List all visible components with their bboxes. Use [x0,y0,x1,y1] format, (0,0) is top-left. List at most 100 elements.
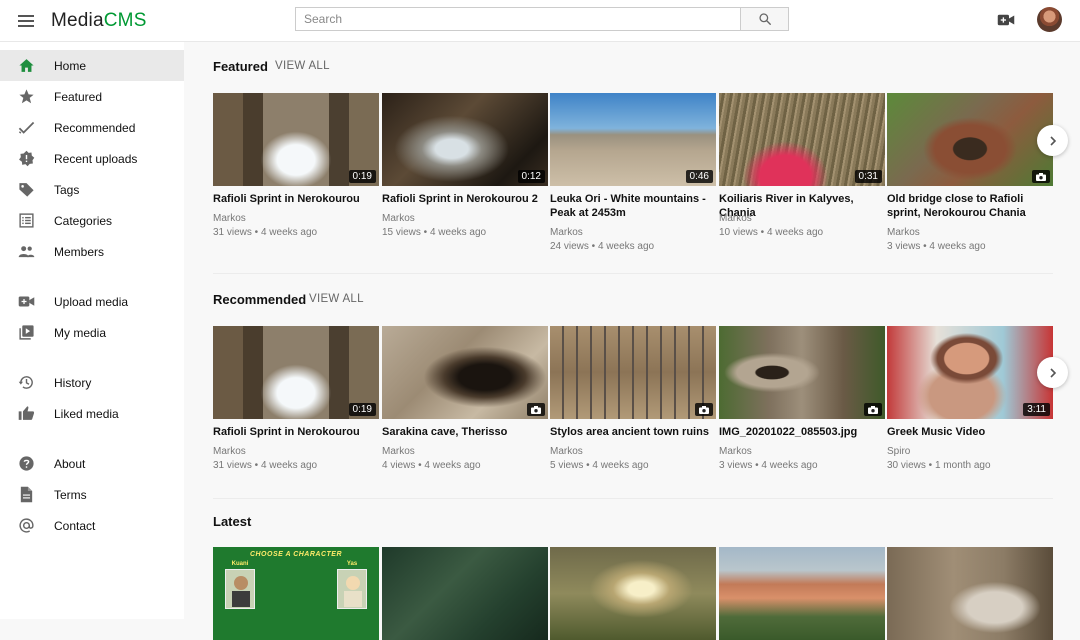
card-meta: 24 views • 4 weeks ago [550,241,655,252]
card-title[interactable]: Sarakina cave, Therisso [382,425,548,439]
camera-icon [695,403,713,416]
card-author[interactable]: Markos [213,446,246,457]
sidebar-item-my-media[interactable]: My media [0,317,184,348]
sidebar-item-label: Categories [54,213,113,228]
sidebar-item-recommended[interactable]: Recommended [0,112,184,143]
video-thumbnail[interactable]: 0:12 [382,93,548,186]
recommended-view-all-link[interactable]: VIEW ALL [309,293,364,305]
search-icon [758,13,771,25]
history-icon [18,376,33,389]
card-author[interactable]: Markos [719,446,752,457]
card-author[interactable]: Markos [887,227,920,238]
thumb-up-icon [18,406,35,420]
sidebar-item-liked-media[interactable]: Liked media [0,398,184,429]
card-title[interactable]: Leuka Ori - White mountains - Peak at 24… [550,192,716,220]
card-meta: 10 views • 4 weeks ago [719,227,824,238]
video-thumbnail[interactable]: 0:31 [719,93,885,186]
card-author[interactable]: Markos [550,227,583,238]
featured-next-button[interactable] [1037,125,1068,156]
camera-icon [864,403,882,416]
sidebar-item-label: Members [54,244,105,259]
card-meta: 15 views • 4 weeks ago [382,227,487,238]
sidebar-item-upload-media[interactable]: Upload media [0,286,184,317]
card-meta: 3 views • 4 weeks ago [887,241,986,252]
upload-video-icon[interactable] [997,12,1015,28]
sidebar-item-featured[interactable]: Featured [0,81,184,112]
card-meta: 31 views • 4 weeks ago [213,460,318,471]
star-icon [19,89,34,104]
section-divider [213,498,1053,499]
logo[interactable]: MediaCMS [51,10,147,32]
character-card-left [225,569,255,609]
sidebar-item-label: About [54,456,86,471]
sidebar-item-label: Upload media [54,294,129,309]
new-badge-icon [19,150,35,167]
card-title[interactable]: Stylos area ancient town ruins [550,425,716,439]
top-header: MediaCMS [0,0,1080,42]
menu-icon[interactable] [14,9,38,33]
camera-icon [1032,170,1050,183]
card-title[interactable]: IMG_20201022_085503.jpg [719,425,885,439]
video-thumbnail[interactable] [382,547,548,640]
card-title[interactable]: Rafioli Sprint in Nerokourou 2 [382,192,548,206]
card-title[interactable]: Rafioli Sprint in Nerokourou [213,192,379,206]
logo-media: Media [51,9,104,31]
video-thumbnail[interactable]: 0:19 [213,93,379,186]
tag-icon [19,183,34,197]
card-author[interactable]: Markos [719,213,752,224]
search-button[interactable] [740,7,789,31]
card-title[interactable]: Rafioli Sprint in Nerokourou [213,425,379,439]
chevron-right-icon [1049,367,1056,378]
duration-badge: 3:11 [1023,403,1050,416]
logo-cms: CMS [103,9,147,31]
sidebar-item-label: Home [54,58,87,73]
sidebar-item-members[interactable]: Members [0,236,184,267]
avatar[interactable] [1037,7,1062,32]
card-title[interactable]: Greek Music Video [887,425,1053,439]
video-thumbnail[interactable]: 0:19 [213,326,379,419]
card-author[interactable]: Markos [550,446,583,457]
card-author[interactable]: Spiro [887,446,910,457]
duration-badge: 0:46 [685,170,713,183]
featured-view-all-link[interactable]: VIEW ALL [275,60,330,72]
search-input[interactable] [295,7,740,31]
sidebar-item-terms[interactable]: Terms [0,479,184,510]
sidebar-item-label: Recommended [54,120,136,135]
at-icon [19,518,34,533]
image-thumbnail[interactable] [550,326,716,419]
sidebar-item-label: Contact [54,518,96,533]
card-author[interactable]: Markos [382,446,415,457]
sidebar-item-recent-uploads[interactable]: Recent uploads [0,143,184,174]
card-author[interactable]: Markos [213,213,246,224]
camera-icon [527,403,545,416]
video-thumbnail[interactable] [887,547,1053,640]
sidebar-item-history[interactable]: History [0,367,184,398]
sidebar-item-tags[interactable]: Tags [0,174,184,205]
video-thumbnail[interactable] [550,547,716,640]
sidebar-item-label: History [54,375,92,390]
video-thumbnail[interactable]: 3:11 [887,326,1053,419]
image-thumbnail[interactable] [719,326,885,419]
card-title[interactable]: Old bridge close to Rafioli sprint, Nero… [887,192,1053,220]
home-icon [19,59,34,72]
image-thumbnail[interactable] [382,326,548,419]
recommended-title: Recommended [213,292,307,307]
video-thumbnail[interactable]: CHOOSE A CHARACTER Kuani Yas [213,547,379,640]
duration-badge: 0:12 [517,170,545,183]
help-icon [19,456,34,471]
video-add-icon [18,296,35,307]
sidebar-item-categories[interactable]: Categories [0,205,184,236]
sidebar-item-about[interactable]: About [0,448,184,479]
recommended-next-button[interactable] [1037,357,1068,388]
video-thumbnail[interactable] [719,547,885,640]
image-thumbnail[interactable] [887,93,1053,186]
duration-badge: 0:19 [348,170,376,183]
sidebar-item-home[interactable]: Home [0,50,184,81]
latest-thumb-left-name: Kuani [231,561,249,567]
character-card-right [337,569,367,609]
sidebar-item-contact[interactable]: Contact [0,510,184,541]
video-thumbnail[interactable]: 0:46 [550,93,716,186]
chevron-right-icon [1049,135,1056,146]
sidebar: Home Featured Recommended Recent uploads… [0,42,184,619]
card-author[interactable]: Markos [382,213,415,224]
